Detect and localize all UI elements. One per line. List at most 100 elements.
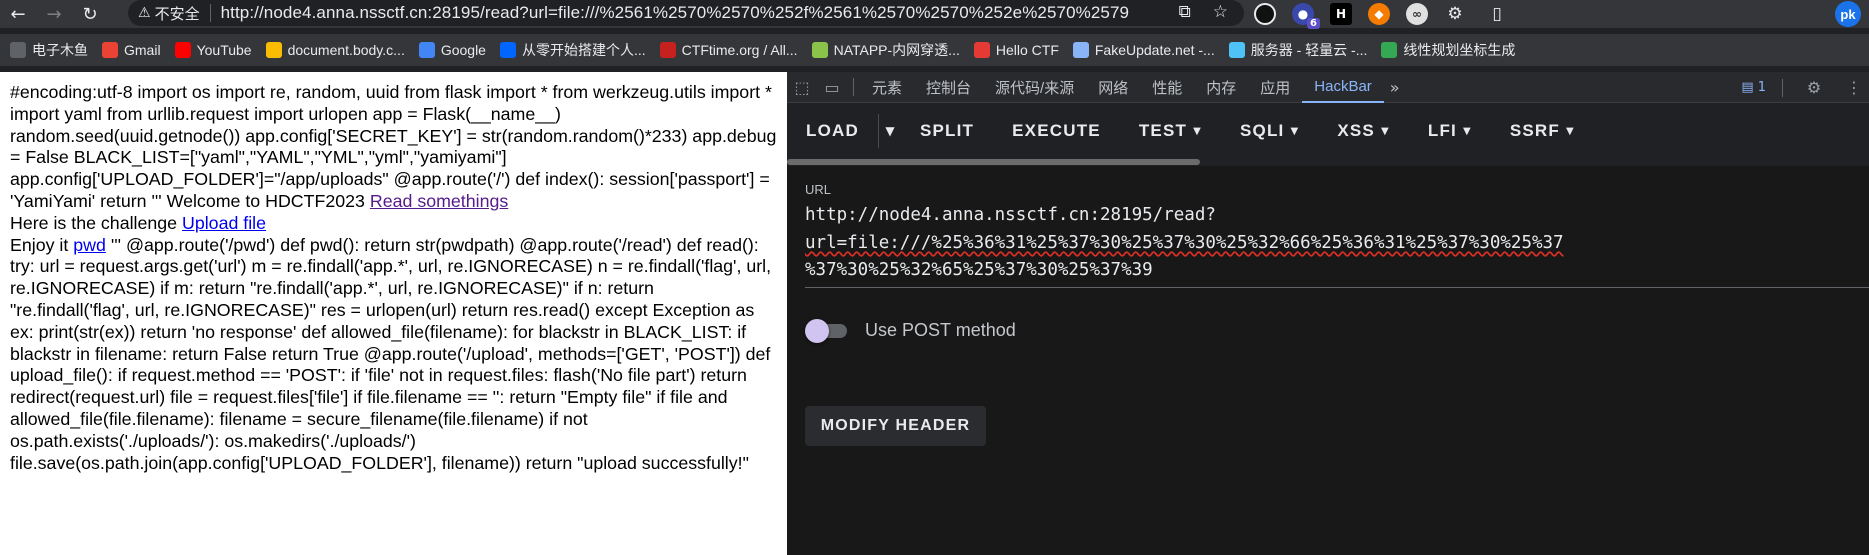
modify-header-button[interactable]: MODIFY HEADER — [805, 406, 986, 446]
bookmark-item[interactable]: 电子木鱼 — [10, 40, 88, 60]
sqli-menu-button[interactable]: SQLI ▼ — [1221, 104, 1318, 158]
url-label: URL — [805, 182, 832, 197]
bookmark-item[interactable]: Gmail — [102, 42, 161, 58]
bookmark-label: Hello CTF — [995, 42, 1059, 58]
bookmark-star-icon[interactable]: ☆ — [1213, 2, 1228, 22]
security-indicator[interactable]: ⚠ 不安全 — [128, 4, 211, 23]
bookmark-label: Google — [440, 42, 486, 58]
upload-file-link[interactable]: Upload file — [182, 213, 266, 233]
post-method-toggle[interactable] — [805, 319, 849, 343]
leaf-icon — [1381, 42, 1398, 58]
warning-icon: ⚠ — [138, 5, 151, 21]
bookmark-item[interactable]: YouTube — [174, 42, 252, 58]
bookmark-label: document.body.c... — [287, 42, 405, 58]
h-extension-icon[interactable]: H — [1330, 3, 1352, 25]
bookmark-item[interactable]: Google — [418, 42, 486, 58]
tab-application[interactable]: 应用 — [1248, 72, 1302, 103]
pwd-link[interactable]: pwd — [73, 235, 106, 255]
xss-menu-button[interactable]: XSS ▼ — [1318, 104, 1409, 158]
more-tabs-icon[interactable]: » — [1384, 78, 1406, 97]
profile-avatar[interactable]: pk — [1835, 1, 1861, 27]
more-options-icon[interactable]: ⋮ — [1839, 72, 1869, 103]
puzzle-extensions-icon[interactable]: ⚙ — [1444, 3, 1466, 25]
bookmark-item[interactable]: document.body.c... — [265, 42, 405, 58]
toggle-knob — [805, 319, 829, 343]
hackbar-toolbar: LOAD ▼ SPLIT EXECUTE TEST ▼ SQLI ▼ XSS ▼ LF… — [787, 104, 1869, 158]
split-button[interactable]: SPLIT — [901, 104, 993, 158]
extensions-area: ● 6 H ◆ ∞ ⚙ ▯ — [1254, 1, 1512, 29]
bookmark-item[interactable]: 线性规划坐标生成 — [1381, 40, 1515, 60]
hexagon-extension-icon[interactable]: ● 6 — [1292, 3, 1320, 29]
bookmark-item[interactable]: Hello CTF — [973, 42, 1059, 58]
hello-ctf-icon — [973, 42, 990, 58]
bookmark-label: 服务器 - 轻量云 -... — [1250, 42, 1368, 58]
bookmark-label: Gmail — [124, 42, 161, 58]
tab-performance[interactable]: 性能 — [1140, 72, 1194, 103]
ssrf-menu-button[interactable]: SSRF ▼ — [1491, 104, 1594, 158]
tab-elements[interactable]: 元素 — [860, 72, 914, 103]
bookmark-label: 线性规划坐标生成 — [1403, 42, 1516, 58]
back-arrow-icon[interactable]: ← — [0, 0, 36, 28]
execute-button[interactable]: EXECUTE — [993, 104, 1120, 158]
tab-memory[interactable]: 内存 — [1194, 72, 1248, 103]
sqli-label: SQLI — [1239, 121, 1285, 140]
page-content: #encoding:utf-8 import os import re, ran… — [0, 72, 787, 555]
messages-counter[interactable]: ▤ 1 — [1741, 80, 1766, 95]
bookmark-item[interactable]: NATAPP-内网穿透... — [811, 40, 960, 60]
url-textarea[interactable]: http://node4.anna.nssctf.cn:28195/read? … — [805, 202, 1869, 288]
bookmark-item[interactable]: CTFtime.org / All... — [659, 42, 798, 58]
scrollbar-thumb[interactable] — [787, 159, 1200, 165]
horizontal-scrollbar[interactable] — [787, 158, 1869, 166]
hackbar-body: URL http://node4.anna.nssctf.cn:28195/re… — [787, 166, 1869, 555]
inspect-element-icon[interactable]: ⬚ — [787, 72, 817, 103]
read-somethings-link[interactable]: Read somethings — [370, 191, 508, 211]
map-pin-icon — [265, 42, 282, 58]
tab-hackbar[interactable]: HackBar — [1302, 72, 1384, 103]
post-method-row: Use POST method — [805, 319, 1016, 343]
cloud-icon — [1228, 42, 1245, 58]
message-count: 1 — [1757, 80, 1766, 95]
zhihu-icon — [499, 42, 516, 58]
natapp-icon — [811, 42, 828, 58]
bookmark-item[interactable]: FakeUpdate.net -... — [1072, 42, 1215, 58]
lfi-label: LFI — [1427, 121, 1457, 140]
glasses-extension-icon[interactable]: ∞ — [1406, 3, 1428, 25]
caret-down-icon: ▼ — [1566, 125, 1575, 137]
address-url[interactable]: http://node4.anna.nssctf.cn:28195/read?u… — [211, 3, 1151, 23]
tab-console[interactable]: 控制台 — [914, 72, 983, 103]
tab-network[interactable]: 网络 — [1086, 72, 1140, 103]
load-dropdown-caret-icon[interactable]: ▼ — [879, 104, 901, 158]
insecure-label: 不安全 — [154, 5, 200, 23]
bookmark-item[interactable]: 服务器 - 轻量云 -... — [1228, 40, 1368, 60]
ctftime-icon — [659, 42, 676, 58]
load-button[interactable]: LOAD — [787, 104, 878, 158]
lfi-menu-button[interactable]: LFI ▼ — [1409, 104, 1491, 158]
translate-icon[interactable]: ⧉ — [1179, 2, 1191, 22]
tab-sources[interactable]: 源代码/来源 — [983, 72, 1086, 103]
bookmark-label: YouTube — [196, 42, 252, 58]
side-panel-icon[interactable]: ▯ — [1482, 3, 1512, 25]
bookmark-folder-icon — [10, 42, 26, 58]
test-menu-button[interactable]: TEST ▼ — [1120, 104, 1221, 158]
caret-down-icon: ▼ — [1462, 125, 1472, 137]
settings-gear-icon[interactable]: ⚙ — [1799, 72, 1829, 103]
caret-down-icon: ▼ — [1380, 125, 1390, 137]
extension-badge: 6 — [1307, 18, 1320, 29]
device-toolbar-icon[interactable]: ▭ — [817, 72, 847, 103]
address-bar[interactable]: ⚠ 不安全 http://node4.anna.nssctf.cn:28195/… — [128, 0, 1244, 26]
caret-down-icon: ▼ — [1193, 125, 1202, 137]
circle-extension-icon[interactable] — [1254, 3, 1276, 25]
forward-arrow-icon[interactable]: → — [36, 0, 72, 28]
bookmark-label: 电子木鱼 — [32, 42, 88, 58]
bookmark-item[interactable]: 从零开始搭建个人... — [499, 40, 646, 60]
bookmark-label: NATAPP-内网穿透... — [833, 42, 960, 58]
fox-extension-icon[interactable]: ◆ — [1368, 3, 1390, 25]
devtools-tabbar: ⬚ ▭ 元素 控制台 源代码/来源 网络 性能 内存 应用 HackBar » … — [787, 72, 1869, 103]
source-code-text: #encoding:utf-8 import os import re, ran… — [0, 72, 787, 474]
ssrf-label: SSRF — [1509, 121, 1560, 140]
divider — [1782, 78, 1783, 97]
gmail-icon — [102, 42, 118, 58]
bookmark-label: FakeUpdate.net -... — [1094, 42, 1215, 58]
reload-icon[interactable]: ↻ — [72, 0, 108, 28]
challenge-text: Here is the challenge — [10, 212, 182, 233]
